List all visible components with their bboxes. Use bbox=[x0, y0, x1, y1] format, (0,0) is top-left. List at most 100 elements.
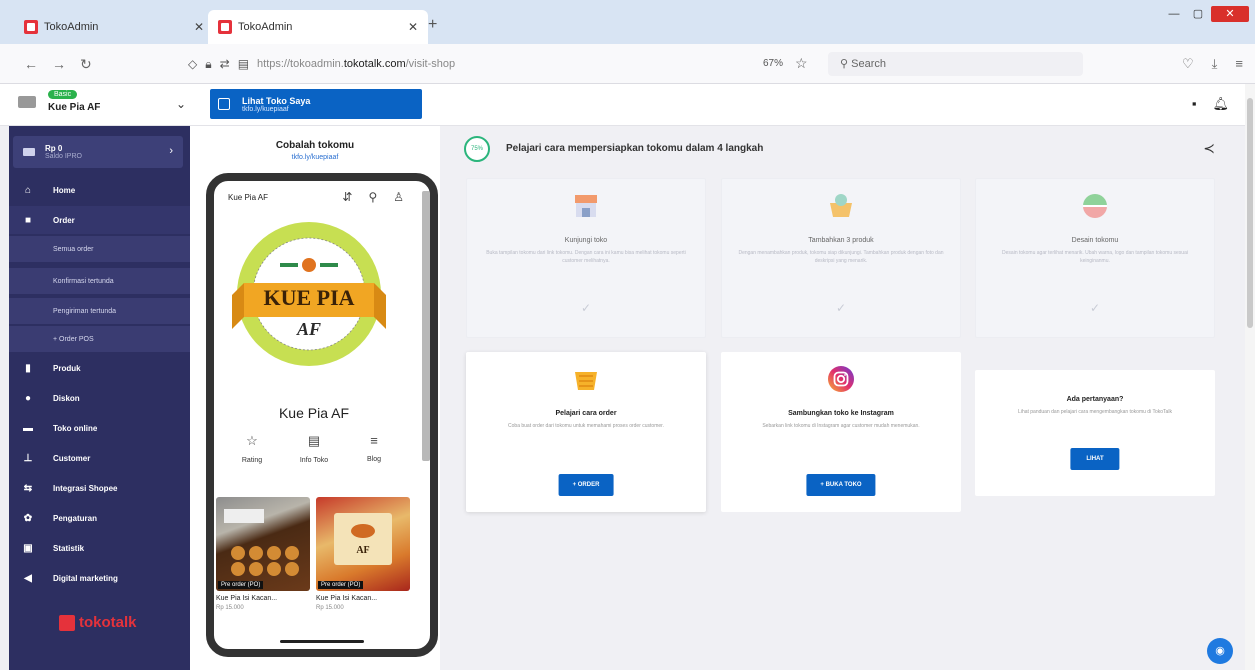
browser-tab-active[interactable]: TokoAdmin ✕ bbox=[208, 10, 428, 44]
minimize-icon[interactable]: — bbox=[1163, 6, 1185, 22]
palette-icon bbox=[1083, 194, 1107, 218]
marketing-icon: ◀ bbox=[24, 572, 32, 584]
bookmark-star-icon[interactable]: ☆ bbox=[795, 55, 808, 72]
sidebar-subitem[interactable]: Pengiriman tertunda bbox=[9, 298, 190, 324]
card-desc: Dengan menambahkan produk, tokomu siap d… bbox=[738, 250, 944, 264]
sidebar-subitem[interactable]: Konfirmasi tertunda bbox=[9, 268, 190, 294]
close-tab-icon[interactable]: ✕ bbox=[194, 20, 204, 34]
phone-scrollbar[interactable] bbox=[422, 191, 430, 461]
window-controls: — ▢ ✕ bbox=[1163, 6, 1249, 22]
store-selector[interactable]: Basic Kue Pia AF bbox=[18, 90, 100, 113]
sidebar-item-diskon[interactable]: ● Diskon bbox=[9, 384, 190, 412]
chat-icon[interactable]: ▪ bbox=[1192, 96, 1197, 112]
sidebar-item-label: Toko online bbox=[53, 423, 98, 433]
open-store-button[interactable]: + BUKA TOKO bbox=[806, 474, 876, 496]
integration-icon: ⇆ bbox=[23, 482, 33, 494]
balance-card[interactable]: Rp 0 Saldo IPRO › bbox=[13, 136, 183, 168]
page-scrollbar[interactable] bbox=[1245, 84, 1255, 670]
search-placeholder: Search bbox=[851, 58, 886, 70]
visit-store-button[interactable]: Lihat Toko Saya tkfo.ly/kuepiaaf bbox=[210, 89, 422, 119]
new-tab-icon[interactable]: + bbox=[428, 16, 437, 34]
card-title: Desain tokomu bbox=[1071, 237, 1119, 244]
steps-title: Pelajari cara mempersiapkan tokomu dalam… bbox=[506, 143, 764, 154]
store-preview-panel: Cobalah tokomu tkfo.ly/kuepiaaf Kue Pia … bbox=[190, 126, 440, 670]
preorder-badge: Pre order (PO) bbox=[318, 581, 364, 589]
rating-action[interactable]: ☆ Rating bbox=[222, 433, 282, 464]
sidebar-subitem[interactable]: Semua order bbox=[9, 236, 190, 262]
instagram-icon bbox=[828, 366, 854, 392]
faq-view-button[interactable]: LIHAT bbox=[1070, 448, 1120, 470]
sidebar-item-label: Diskon bbox=[53, 393, 80, 403]
check-icon: ✓ bbox=[835, 301, 847, 315]
star-icon: ☆ bbox=[246, 433, 258, 448]
product-card[interactable]: Pre order (PO) Kue Pia Isi Kacan... Rp 1… bbox=[216, 497, 312, 637]
product-name: Kue Pia Isi Kacan... bbox=[216, 595, 278, 602]
preorder-badge: Pre order (PO) bbox=[218, 581, 264, 589]
maximize-icon[interactable]: ▢ bbox=[1187, 6, 1209, 22]
check-icon: ✓ bbox=[1089, 301, 1101, 315]
action-label: Rating bbox=[241, 457, 263, 464]
step-card-instagram[interactable]: Sambungkan toko ke Instagram Sebarkan li… bbox=[721, 352, 961, 512]
card-desc: Sebarkan link tokomu di Instagram agar c… bbox=[762, 423, 920, 429]
store-logo-badge: KUE PIA AF bbox=[224, 219, 394, 369]
sidebar-item-label: Pengaturan bbox=[53, 513, 98, 523]
chevron-down-icon[interactable]: ⌄ bbox=[176, 97, 186, 111]
zoom-level[interactable]: 67% bbox=[763, 58, 783, 69]
blog-action[interactable]: ≡ Blog bbox=[344, 433, 404, 463]
sort-icon[interactable]: ⇵ bbox=[342, 190, 352, 204]
phone-home-indicator bbox=[280, 640, 364, 643]
card-title: Sambungkan toko ke Instagram bbox=[788, 410, 894, 417]
progress-ring: 75% bbox=[464, 136, 490, 162]
help-chat-icon[interactable]: ◉ bbox=[1207, 638, 1233, 664]
chevron-right-icon: › bbox=[169, 145, 173, 157]
scrollbar-thumb[interactable] bbox=[1247, 98, 1253, 328]
preview-link[interactable]: tkfo.ly/kuepiaaf bbox=[190, 154, 440, 161]
plan-badge: Basic bbox=[48, 90, 78, 99]
close-tab-icon[interactable]: ✕ bbox=[408, 20, 418, 34]
step-card-design-store[interactable]: Desain tokomu Desain tokomu agar terliha… bbox=[975, 178, 1215, 338]
sidebar-item-toko-online[interactable]: ▬ Toko online bbox=[9, 414, 190, 442]
tokotalk-favicon-icon bbox=[218, 20, 232, 34]
info-action[interactable]: ▤ Info Toko bbox=[284, 433, 344, 464]
url-bar[interactable]: ◇ 🔒︎ ⇄ ▤ https://tokoadmin. tokotalk.com /… bbox=[188, 51, 748, 77]
store-logo-icon bbox=[18, 95, 36, 108]
close-window-icon[interactable]: ✕ bbox=[1211, 6, 1249, 22]
reload-icon[interactable]: ↻ bbox=[80, 56, 92, 73]
browser-tab[interactable]: TokoAdmin ✕ bbox=[14, 10, 214, 44]
step-card-add-products[interactable]: Tambahkan 3 produk Dengan menambahkan pr… bbox=[721, 178, 961, 338]
sidebar-item-statistik[interactable]: ▣ Statistik bbox=[9, 534, 190, 562]
order-button[interactable]: + ORDER bbox=[558, 474, 614, 496]
page-icon: ▤ bbox=[237, 57, 250, 71]
forward-icon[interactable]: → bbox=[52, 56, 66, 72]
phone-mockup: Kue Pia AF ⇵ ⚲ ♙ KUE PIA AF Kue Pia AF ☆… bbox=[206, 173, 438, 657]
pocket-icon[interactable]: ♡ bbox=[1182, 56, 1194, 72]
card-title: Tambahkan 3 produk bbox=[808, 237, 874, 244]
basket-icon bbox=[830, 194, 852, 217]
account-icon[interactable]: ♙ bbox=[393, 190, 404, 204]
sidebar-item-label: Produk bbox=[53, 363, 81, 373]
sidebar-item-label: Digital marketing bbox=[53, 573, 118, 583]
menu-icon[interactable]: ≡ bbox=[1235, 56, 1243, 72]
search-icon[interactable]: ⚲ bbox=[368, 190, 377, 204]
sidebar-item-integrasi[interactable]: ⇆ Integrasi Shopee bbox=[9, 474, 190, 502]
bag-icon: ■ bbox=[24, 214, 32, 226]
sidebar-item-pengaturan[interactable]: ✿ Pengaturan bbox=[9, 504, 190, 532]
sidebar-item-order[interactable]: ■ Order bbox=[9, 206, 190, 234]
sidebar-item-produk[interactable]: ▮ Produk bbox=[9, 354, 190, 382]
sidebar-item-customer[interactable]: ⊥ Customer bbox=[9, 444, 190, 472]
browser-search-input[interactable]: ⚲ Search bbox=[828, 52, 1083, 76]
product-card[interactable]: AF Pre order (PO) Kue Pia Isi Kacan... R… bbox=[316, 497, 412, 637]
card-desc: Desain tokomu agar terlihat menarik. Uba… bbox=[1002, 250, 1188, 264]
bell-icon[interactable]: 🔔︎ bbox=[1212, 96, 1229, 112]
card-title: Kunjungi toko bbox=[564, 237, 608, 244]
back-icon[interactable]: ← bbox=[24, 56, 38, 72]
sidebar-subitem[interactable]: + Order POS bbox=[9, 326, 190, 352]
card-desc: Buka tampilan tokomu dari link tokomu. D… bbox=[486, 250, 686, 264]
step-card-visit-store[interactable]: Kunjungi toko Buka tampilan tokomu dari … bbox=[466, 178, 706, 338]
download-icon[interactable]: ⤓ bbox=[1212, 56, 1218, 72]
step-card-learn-order[interactable]: Pelajari cara order Coba buat order dari… bbox=[466, 352, 706, 512]
share-icon[interactable]: ≺ bbox=[1203, 140, 1215, 157]
product-price: Rp 15.000 bbox=[216, 605, 244, 611]
sidebar-item-home[interactable]: ⌂ Home bbox=[9, 176, 190, 204]
sidebar-item-digital-marketing[interactable]: ◀ Digital marketing bbox=[9, 564, 190, 592]
